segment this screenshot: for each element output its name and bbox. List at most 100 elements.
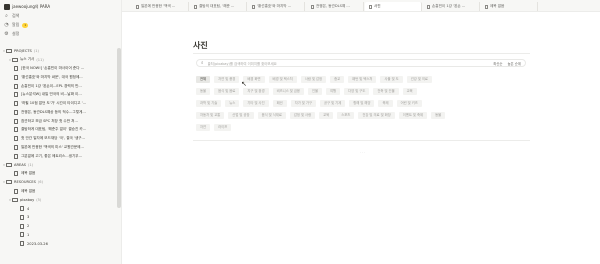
tree-page[interactable]: 2 bbox=[0, 222, 116, 230]
tree-label: '황선홍호'와 마지막 싸운', 대국 원정에... bbox=[21, 74, 83, 79]
page-icon bbox=[20, 223, 24, 229]
nav-settings-label: 설정 bbox=[12, 31, 20, 36]
nav-search[interactable]: ⌕ 검색 bbox=[4, 13, 19, 19]
category-tag[interactable]: 동물 bbox=[196, 88, 211, 95]
page-icon bbox=[14, 74, 18, 80]
category-tag[interactable]: 다양 및 구도 bbox=[344, 88, 370, 95]
tree-label: AREAS bbox=[14, 162, 26, 167]
category-tag[interactable]: 건강 및 의료 bbox=[406, 76, 432, 83]
tab-5[interactable]: 손흥민이 1강 '왼손 ... bbox=[423, 2, 480, 11]
tab-label: 일본에 반응한 '백색 ... bbox=[141, 4, 176, 8]
category-tag[interactable]: 자동차 및 교통 bbox=[196, 112, 225, 119]
category-tag[interactable]: 어린 및 키즈 bbox=[396, 100, 422, 107]
category-tag[interactable]: 패턴 및 텍스처 bbox=[348, 76, 377, 83]
page-icon bbox=[14, 101, 18, 106]
tree-page[interactable]: '하필 10점 없던 도'가' 시간이 타이디고 '... bbox=[0, 100, 116, 108]
tab-0[interactable]: 일본에 반응한 '백색 ... bbox=[132, 2, 189, 11]
category-tag[interactable]: 항해 및 해양 bbox=[349, 100, 375, 107]
tree-page[interactable]: 제목 없음 bbox=[0, 170, 116, 178]
category-tag[interactable]: 교육 bbox=[319, 112, 334, 119]
category-tag[interactable]: 배경 및 텍스처 bbox=[268, 76, 297, 83]
tree-page[interactable]: 그분없에 고기, 좋은 메트리스...생기우... bbox=[0, 152, 116, 160]
tree-label: RESOURCES bbox=[14, 180, 36, 185]
tree-section[interactable]: ▾ RESOURCES (6) bbox=[0, 178, 116, 186]
category-tag[interactable]: 축제 bbox=[378, 100, 393, 107]
category-tag[interactable]: 전체 bbox=[196, 76, 211, 83]
category-tag[interactable]: 비즈니스 및 금융 bbox=[272, 88, 304, 95]
tab-label: 손흥민이 1강 '왼손 ... bbox=[432, 4, 466, 8]
sort-rank-option[interactable]: 높은 순위 bbox=[507, 61, 521, 66]
category-tag[interactable]: 뉴스 bbox=[225, 100, 240, 107]
tree-page[interactable]: 전쟁은, 동관DLS예상 등의 적수...그렇게... bbox=[0, 108, 116, 116]
nav-notifications[interactable]: ◔ 알림 1 bbox=[4, 22, 29, 28]
tree-label: 2 bbox=[27, 224, 30, 228]
category-tag[interactable]: 사람 및 감정 bbox=[300, 76, 327, 83]
tab-3[interactable]: 전쟁은, 동관DLS예 ... bbox=[307, 2, 364, 11]
page-icon bbox=[485, 4, 488, 9]
category-tag[interactable]: 공구 및 기계 bbox=[319, 100, 346, 107]
category-tag[interactable]: 산업 및 공장 bbox=[228, 112, 254, 119]
tree-page[interactable]: '황선홍호'와 마지막 싸운', 대국 원정에... bbox=[0, 73, 116, 81]
tree-folder[interactable]: ▾ 뉴스 기사 (11) bbox=[0, 56, 116, 64]
page-icon bbox=[194, 4, 197, 9]
category-tag[interactable]: 이벤트 및 축제 bbox=[398, 112, 428, 119]
tree-page[interactable]: 2023-03-26 bbox=[0, 240, 116, 248]
tree-page[interactable]: [뉴스분석W] 내일 민국의 비...날짜 이... bbox=[0, 91, 116, 99]
tree-page[interactable]: 3 bbox=[0, 213, 116, 221]
tree-page[interactable]: 제목 없음 bbox=[0, 187, 116, 195]
sidebar-scrollbar[interactable] bbox=[117, 48, 121, 208]
category-tag[interactable]: 인물 bbox=[307, 88, 323, 95]
category-tag[interactable]: 동물 bbox=[431, 112, 446, 119]
tree-page[interactable]: [한국 NOW!] '손흥민이 마사이어 준다 ... bbox=[0, 65, 116, 73]
page-icon bbox=[136, 4, 139, 9]
category-tag[interactable]: 사물 및 도 bbox=[380, 76, 403, 83]
search-input[interactable]: 출처(pixabay)를 검색하여 이미지를 찾아보세요 bbox=[208, 61, 489, 66]
category-tag[interactable]: 음식 및 식재료 bbox=[257, 112, 286, 119]
category-tag[interactable]: 스포츠 bbox=[337, 112, 355, 119]
page-icon bbox=[14, 109, 18, 115]
mouse-cursor: ↖ bbox=[241, 80, 247, 88]
tree-count: (11) bbox=[36, 57, 44, 62]
tree-label: pixabay bbox=[20, 197, 35, 202]
divider bbox=[193, 53, 530, 54]
tab-4[interactable]: 사진 bbox=[365, 2, 422, 11]
tree-label: [뉴스분석W] 내일 민국의 비...날짜 이... bbox=[21, 92, 82, 97]
photo-search-bar[interactable]: ⌕ 출처(pixabay)를 검색하여 이미지를 찾아보세요 최신순 높은 순위 bbox=[196, 59, 526, 67]
tree-label: PROJECTS bbox=[14, 49, 32, 53]
tree-folder[interactable]: ▾ pixabay (5) bbox=[0, 196, 116, 204]
tree-page[interactable]: 일본에 반응한 '백색의 미스' 교원관문에... bbox=[0, 143, 116, 151]
tree-label: '하필 10점 없던 도'가' 시간이 타이디고 '... bbox=[21, 101, 87, 105]
category-tag[interactable]: 자가 및 가구 bbox=[290, 100, 316, 107]
category-tag[interactable]: 건강 및 의료 및 화장 bbox=[358, 112, 395, 119]
category-tag[interactable]: 기타 및 사진 bbox=[243, 100, 269, 107]
tree-page[interactable]: 첫 안간 일자에 모드재당 '국', 결국 '생구... bbox=[0, 135, 116, 143]
category-tag[interactable]: 지구 및 환경 bbox=[243, 88, 269, 95]
category-tag[interactable]: 과학 및 기술 bbox=[196, 100, 222, 107]
page-icon bbox=[14, 127, 18, 133]
category-tag[interactable]: 교육 bbox=[402, 88, 417, 95]
sort-latest-option[interactable]: 최신순 bbox=[493, 61, 502, 66]
workspace-switcher[interactable]: jaewoojung의 PARA bbox=[4, 2, 50, 11]
category-tag[interactable]: 여행 bbox=[326, 88, 341, 95]
tab-1[interactable]: 결탐의 대표팀, '해준 ... bbox=[190, 2, 247, 11]
tree-page[interactable]: 결탐하게 대표팀, '해준주 없이' 결승진 카... bbox=[0, 126, 116, 134]
category-tag[interactable]: 음식 및 음료 bbox=[214, 88, 240, 95]
tree-page[interactable]: 4 bbox=[0, 205, 116, 213]
category-tag[interactable]: 라이프 bbox=[214, 124, 232, 131]
tree-section[interactable]: ▾ PROJECTS (1) bbox=[0, 47, 116, 55]
category-tag[interactable]: 자연 및 풍경 bbox=[214, 76, 240, 83]
tree-section[interactable]: ▾ AREAS (1) bbox=[0, 161, 116, 169]
category-tag[interactable]: 감정 및 사랑 bbox=[289, 112, 316, 119]
nav-settings[interactable]: ⚙ 설정 bbox=[4, 31, 19, 37]
tree-page[interactable]: 참관하고 보금 SPC 처장 첫 수반 처... bbox=[0, 117, 116, 125]
tree-page[interactable]: 1 bbox=[0, 231, 116, 239]
category-tag[interactable]: 종교 bbox=[330, 76, 345, 83]
category-tag[interactable]: 건축 및 건물 bbox=[373, 88, 399, 95]
tab-2[interactable]: '황선홍호'와 마지막 ... bbox=[248, 2, 305, 11]
category-tag[interactable]: 자연 bbox=[196, 124, 211, 131]
tab-6[interactable]: 제목 없음 bbox=[481, 2, 538, 11]
category-tag[interactable]: 패션 bbox=[272, 100, 287, 107]
tree-page[interactable]: 손흥민이 1강 '왼손이...EPL 경력의 만... bbox=[0, 82, 116, 90]
tree-label: 3 bbox=[27, 215, 30, 220]
tree-count: (6) bbox=[37, 180, 43, 185]
